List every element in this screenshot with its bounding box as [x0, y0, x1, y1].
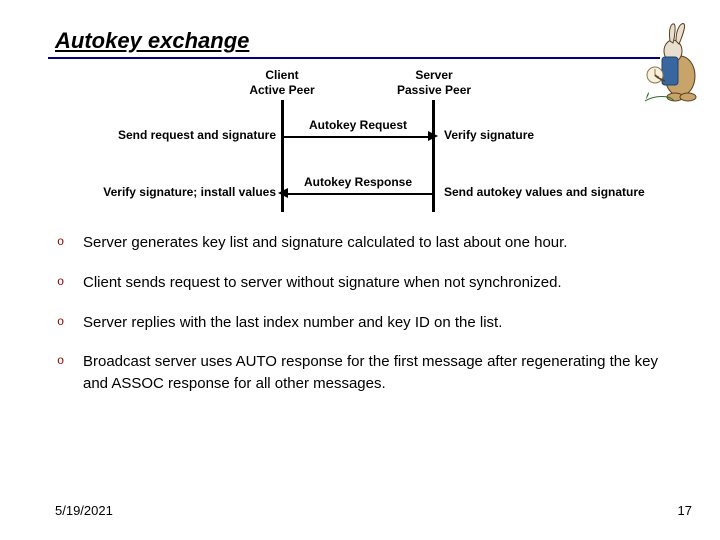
server-role: Passive Peer [397, 83, 471, 97]
response-arrow-line [286, 193, 433, 195]
bullet-item: Server generates key list and signature … [55, 232, 659, 254]
request-label: Autokey Request [283, 118, 433, 132]
server-step-1: Verify signature [444, 128, 534, 142]
client-step-2: Verify signature; install values [62, 185, 276, 199]
bullet-item: Broadcast server uses AUTO response for … [55, 351, 659, 395]
server-step-2: Send autokey values and signature [444, 185, 645, 199]
request-arrow-line [283, 136, 430, 138]
server-header: Server Passive Peer [380, 68, 488, 98]
client-header: Client Active Peer [228, 68, 336, 98]
slide-date: 5/19/2021 [55, 503, 113, 518]
slide: Autokey exchange Client Active Peer Serv… [0, 0, 720, 540]
rabbit-logo [640, 21, 706, 103]
bullet-item: Server replies with the last index numbe… [55, 312, 659, 334]
server-label: Server [415, 68, 452, 82]
bullet-item: Client sends request to server without s… [55, 272, 659, 294]
response-arrow-head [278, 188, 288, 198]
server-timeline [432, 100, 435, 212]
bullet-list: Server generates key list and signature … [55, 232, 659, 413]
request-arrow-head [428, 131, 438, 141]
slide-title: Autokey exchange [55, 28, 249, 54]
response-label: Autokey Response [283, 175, 433, 189]
client-role: Active Peer [249, 83, 314, 97]
title-underline [48, 57, 660, 59]
page-number: 17 [678, 503, 692, 518]
client-step-1: Send request and signature [96, 128, 276, 142]
client-label: Client [265, 68, 298, 82]
